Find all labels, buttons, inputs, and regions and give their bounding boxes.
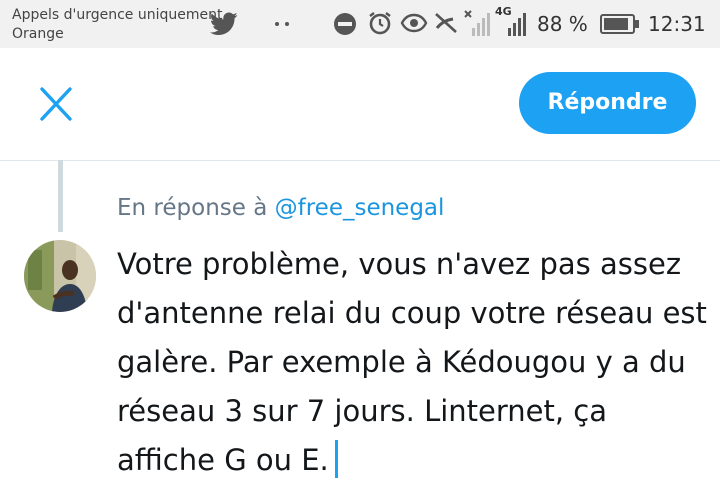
text-cursor: [334, 440, 338, 478]
close-icon: [40, 87, 72, 121]
avatar-image: [24, 240, 96, 312]
compose-text: Votre problème, vous n'avez pas assez d'…: [117, 247, 707, 477]
battery-icon: [600, 14, 639, 34]
close-button[interactable]: [34, 86, 78, 122]
reply-handle[interactable]: @free_senegal: [275, 195, 445, 221]
reply-button[interactable]: Répondre: [519, 72, 696, 134]
avatar[interactable]: [24, 240, 96, 312]
battery-percent: 88 %: [537, 12, 588, 36]
reply-context: En réponse à @free_senegal: [117, 191, 444, 225]
compose-header: Répondre: [0, 48, 720, 161]
call-disabled-icon: [435, 13, 457, 33]
carrier-line-operator: Orange: [12, 26, 64, 42]
reply-prefix: En réponse à: [117, 195, 268, 221]
tweet-compose-field[interactable]: Votre problème, vous n'avez pas assez d'…: [117, 240, 707, 485]
dots-icon: [275, 22, 289, 26]
carrier-info: Appels d'urgence uniquement Orange: [12, 6, 222, 44]
eye-icon: [400, 13, 428, 33]
do-not-disturb-icon: [334, 13, 356, 35]
carrier-line-emergency: Appels d'urgence uniquement: [12, 7, 223, 23]
twitter-bird-icon: [210, 12, 238, 35]
thread-line: [58, 160, 63, 232]
network-type-label: 4G: [495, 5, 512, 18]
status-bar: Appels d'urgence uniquement Orange 4G 88: [0, 0, 720, 48]
alarm-icon: [369, 12, 391, 35]
clock: 12:31: [648, 12, 706, 36]
no-signal-icon: [464, 10, 490, 36]
